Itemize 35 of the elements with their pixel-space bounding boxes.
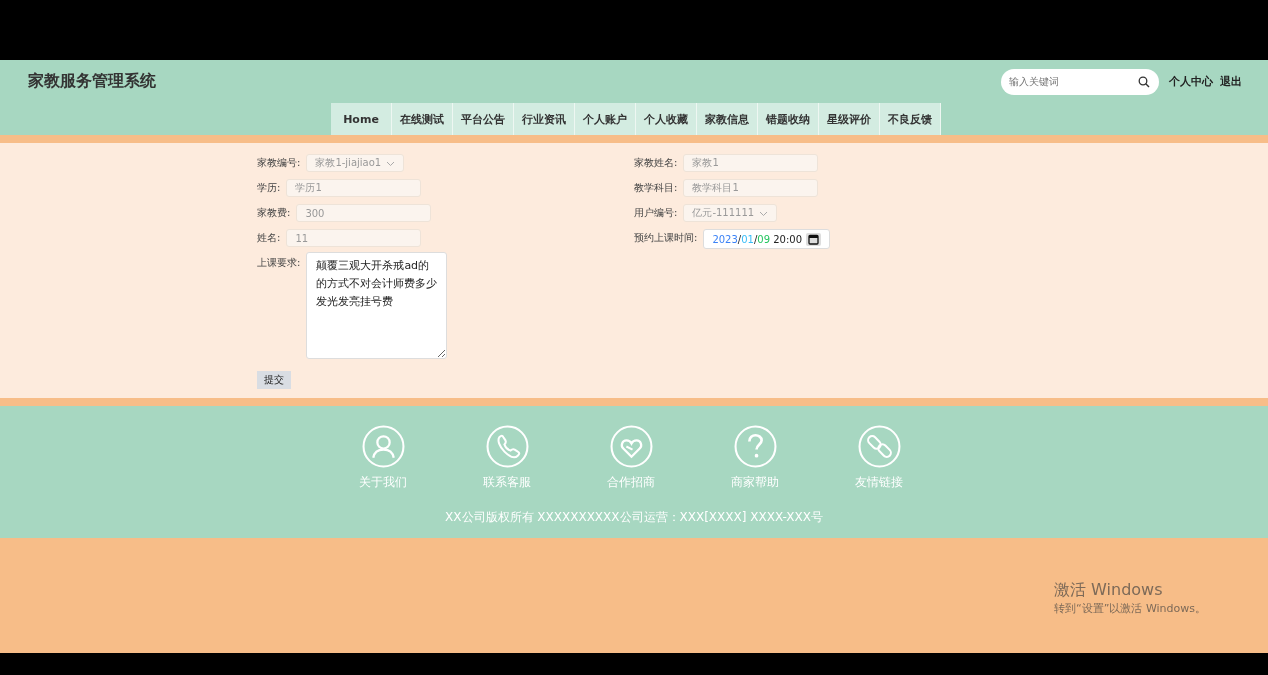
- field-label: 上课要求:: [257, 256, 301, 270]
- field-label: 教学科目:: [634, 181, 678, 195]
- site-title: 家教服务管理系统: [28, 71, 156, 92]
- search-field[interactable]: 输入关键词: [1001, 68, 1159, 95]
- link-icon[interactable]: [857, 425, 901, 468]
- nav-item[interactable]: 行业资讯: [514, 103, 575, 135]
- phone-icon[interactable]: [485, 425, 529, 468]
- nav-item[interactable]: 家教信息: [697, 103, 758, 135]
- help-icon[interactable]: [733, 425, 777, 468]
- submit-button[interactable]: 提交: [257, 371, 291, 389]
- nav-item[interactable]: Home: [331, 103, 392, 135]
- nav-item[interactable]: 星级评价: [819, 103, 880, 135]
- person-icon[interactable]: [361, 425, 405, 468]
- datetime-field[interactable]: 2023/01/09 20:00: [703, 229, 831, 249]
- calendar-icon[interactable]: [808, 233, 820, 245]
- header-link[interactable]: 退出: [1220, 74, 1242, 89]
- nav-item[interactable]: 错题收纳: [758, 103, 819, 135]
- field-label: 用户编号:: [634, 206, 678, 220]
- field-label: 预约上课时间:: [634, 231, 698, 245]
- nav-item[interactable]: 个人收藏: [636, 103, 697, 135]
- field-label: 家教编号:: [257, 156, 301, 170]
- nav-item[interactable]: 个人账户: [575, 103, 636, 135]
- activation-title: 激活 Windows: [1054, 580, 1164, 601]
- copyright-text: XX公司版权所有 XXXXXXXXXX公司运营：XXX[XXXX] XXXX-XXX号: [445, 509, 823, 526]
- field-label: 学历:: [257, 181, 281, 195]
- nav-item[interactable]: 不良反馈: [880, 103, 941, 135]
- field-label: 姓名:: [257, 231, 281, 245]
- nav-item[interactable]: 在线测试: [392, 103, 453, 135]
- field-label: 家教费:: [257, 206, 291, 220]
- field-label: 家教姓名:: [634, 156, 678, 170]
- activation-text: 转到“设置”以激活 Windows。: [1054, 601, 1206, 616]
- search-icon[interactable]: [1138, 75, 1150, 88]
- nav-item[interactable]: 平台公告: [453, 103, 514, 135]
- text-area[interactable]: 颠覆三观大开杀戒ad的的方式不对会计师费多少发光发亮挂号费: [306, 252, 448, 359]
- header-link[interactable]: 个人中心: [1169, 74, 1213, 89]
